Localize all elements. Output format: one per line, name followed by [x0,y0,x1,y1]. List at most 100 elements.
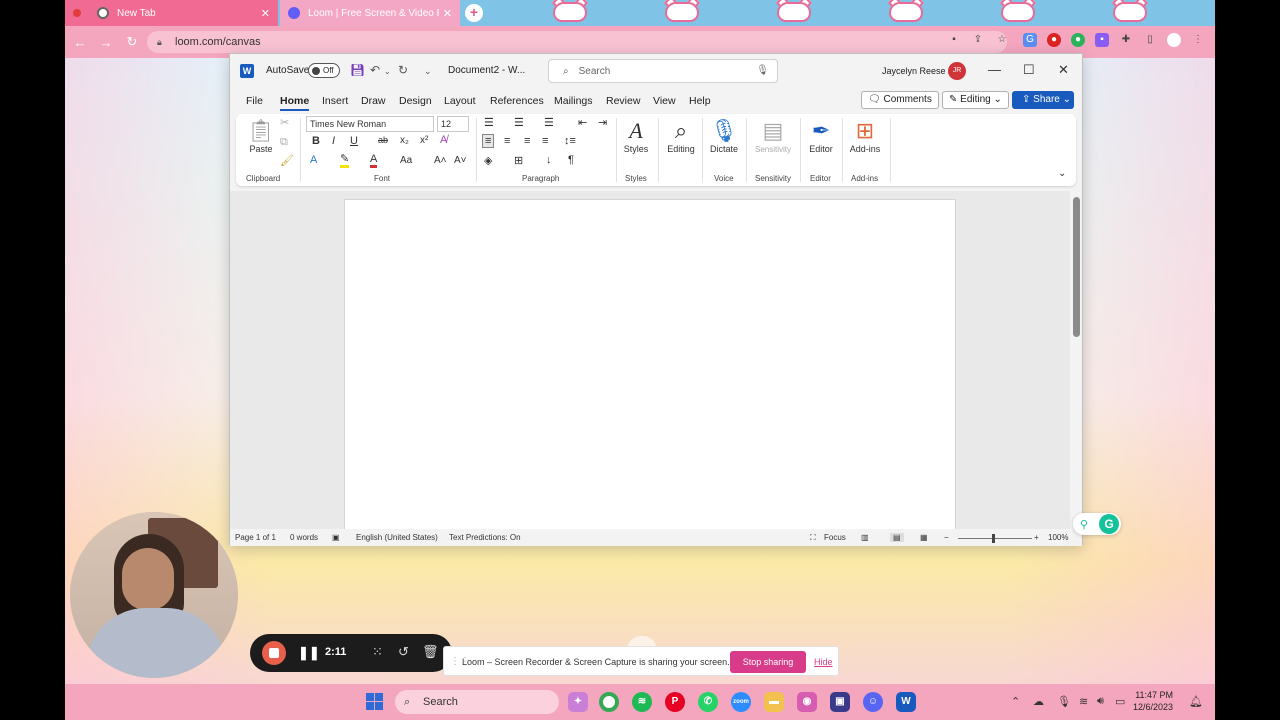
show-formatting-icon[interactable]: ¶ [568,154,574,166]
new-tab-button[interactable]: + [465,4,483,22]
increase-indent-icon[interactable]: ⇥ [598,116,607,129]
text-predictions[interactable]: Text Predictions: On [449,533,521,542]
language[interactable]: English (United States) [356,533,438,542]
superscript-button[interactable]: x² [420,135,428,146]
zoom-slider[interactable] [958,538,1032,539]
wifi-icon[interactable]: ≋ [1079,695,1088,708]
drawing-tools-icon[interactable]: ⁙ [372,644,383,660]
underline-button[interactable]: U [350,135,358,147]
format-painter-icon[interactable]: 🖌︎ [280,154,294,167]
page-count[interactable]: Page 1 of 1 [235,533,276,542]
multilevel-list-icon[interactable]: ☰ [544,116,554,129]
stop-sharing-button[interactable]: Stop sharing [730,651,806,673]
autosave-toggle[interactable]: Off [308,63,340,78]
back-icon[interactable]: ← [69,35,91,50]
editor-button[interactable]: ✒ Editor [804,118,838,154]
forward-icon[interactable]: → [95,35,117,50]
decrease-indent-icon[interactable]: ⇤ [578,116,587,129]
tab-view[interactable]: View [653,95,676,107]
undo-icon[interactable]: ↶ [370,63,380,77]
grow-font-button[interactable]: A˄ [434,155,447,166]
webcam-bubble[interactable] [70,512,238,678]
bookmark-star-icon[interactable]: ☆ [995,33,1009,47]
stop-recording-button[interactable] [262,641,286,665]
file-explorer-icon[interactable]: ▬ [764,692,784,712]
ribbon-collapse-chevron-icon[interactable]: ⌄ [1058,168,1066,179]
web-layout-icon[interactable]: ▦ [920,533,928,542]
profile-avatar[interactable] [1167,33,1181,47]
extension-icon[interactable]: ● [1071,33,1085,47]
battery-icon[interactable]: ▭ [1115,695,1125,708]
tab-layout[interactable]: Layout [444,95,476,107]
read-mode-icon[interactable]: ▥ [861,533,869,542]
onedrive-icon[interactable]: ☁ [1033,695,1044,708]
clear-formatting-icon[interactable]: A̸ [440,134,447,146]
zoom-icon[interactable]: zoom [731,692,751,712]
align-center-icon[interactable]: ≡ [504,135,510,147]
shading-icon[interactable]: ◈ [484,154,492,167]
spotify-icon[interactable]: ≋ [632,692,652,712]
notifications-bell-icon[interactable]: 🔔︎ [1189,695,1203,708]
share-button[interactable]: ⇪ Share ⌄ [1012,91,1074,109]
strikethrough-button[interactable]: ab [378,135,388,145]
photos-icon[interactable]: ◉ [797,692,817,712]
copy-icon[interactable]: ⧉ [280,136,288,149]
justify-icon[interactable]: ≡ [542,135,548,147]
focus-icon[interactable]: ⛶ [810,533,816,543]
document-page[interactable] [344,199,956,529]
focus-mode[interactable]: Focus [824,533,846,542]
italic-button[interactable]: I [332,135,335,147]
windows-start-icon[interactable] [366,693,383,710]
font-size-select[interactable]: 12 [437,116,469,132]
extension-icon[interactable]: ▪ [1095,33,1109,47]
tab-review[interactable]: Review [606,95,640,107]
zoom-in-icon[interactable]: + [1034,533,1039,542]
shrink-font-button[interactable]: A˅ [454,155,467,166]
borders-icon[interactable]: ⊞ [514,154,523,167]
print-layout-icon[interactable]: ▤ [890,533,904,542]
microphone-icon[interactable]: 🎙︎ [756,65,769,76]
font-color-button[interactable]: A [370,154,378,168]
tab-draw[interactable]: Draw [361,95,386,107]
cut-icon[interactable]: ✂ [280,116,289,129]
addins-button[interactable]: ⊞ Add-ins [846,118,884,154]
comments-button[interactable]: 🗨︎ Comments [861,91,939,109]
search-input[interactable]: ⌕ Search 🎙︎ [548,59,778,83]
word-count[interactable]: 0 words [290,533,318,542]
dictate-button[interactable]: 🎙︎ Dictate [706,118,742,154]
camera-icon[interactable]: ▪ [947,33,961,47]
tab-insert[interactable]: Insert [322,95,348,107]
copilot-icon[interactable]: ✦ [568,692,588,712]
paste-button[interactable]: 📋︎ Paste [246,118,276,154]
customize-toolbar-icon[interactable]: ⌄ [424,66,432,77]
address-bar[interactable]: 🔒︎ loom.com/canvas [147,31,1007,53]
redo-icon[interactable]: ↻ [398,63,408,77]
tab-new-tab[interactable]: New Tab ✕ [65,0,278,26]
tab-home[interactable]: Home [280,95,310,111]
close-tab-icon[interactable]: ✕ [261,7,270,20]
font-name-select[interactable]: Times New Roman [306,116,434,132]
tab-design[interactable]: Design [399,95,432,107]
grammarly-icon[interactable]: G [1099,514,1119,534]
text-effects-button[interactable]: A [310,154,317,166]
pinterest-icon[interactable]: P [665,692,685,712]
align-right-icon[interactable]: ≡ [524,135,530,147]
zoom-out-icon[interactable]: − [944,533,949,542]
grammarly-widget[interactable]: ⚲ G [1073,513,1121,535]
vertical-scrollbar[interactable] [1073,197,1080,337]
styles-button[interactable]: A Styles [620,118,652,154]
bold-button[interactable]: B [312,135,320,147]
line-spacing-icon[interactable]: ↕≡ [564,135,576,147]
volume-icon[interactable]: 🔊︎ [1097,695,1104,708]
side-panel-icon[interactable]: ▯ [1143,33,1157,47]
tab-help[interactable]: Help [689,95,711,107]
tab-references[interactable]: References [490,95,544,107]
sensitivity-button[interactable]: ▤ Sensitivity [748,118,798,154]
tab-loom[interactable]: Loom | Free Screen & Video Recording ✕ [280,0,460,26]
tab-file[interactable]: File [246,95,263,107]
close-tab-icon[interactable]: ✕ [443,7,452,20]
bullets-icon[interactable]: ☰ [484,116,494,129]
chrome-icon[interactable] [599,692,619,712]
word-taskbar-icon[interactable]: W [896,692,916,712]
subscript-button[interactable]: x₂ [400,135,409,146]
